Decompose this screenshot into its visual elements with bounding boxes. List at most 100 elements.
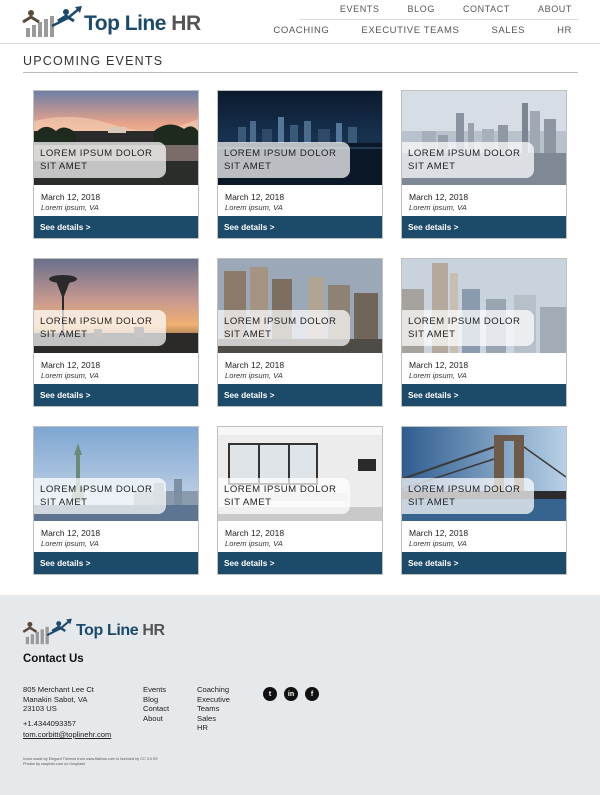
- services-nav: COACHING EXECUTIVE TEAMS SALES HR: [241, 25, 572, 36]
- event-title-line2: SIT AMET: [408, 329, 456, 340]
- see-details-button[interactable]: See details >: [402, 384, 566, 406]
- address-line: 805 Merchant Lee Ct: [23, 685, 94, 694]
- top-nav: EVENTS BLOG CONTACT ABOUT: [312, 4, 572, 14]
- logo-word-topline: Top Line: [76, 622, 139, 639]
- event-title-line1: LOREM IPSUM DOLOR: [224, 148, 337, 159]
- event-date: March 12, 2018: [41, 528, 101, 538]
- event-card[interactable]: LOREM IPSUM DOLOR SIT AMET March 12, 201…: [401, 90, 567, 239]
- footer-link-hr[interactable]: HR: [197, 723, 230, 733]
- title-divider: [23, 72, 578, 73]
- credit-photos: Photos by rawpixel.com on Unsplash: [23, 762, 86, 766]
- event-card[interactable]: LOREM IPSUM DOLOR SIT AMET March 12, 201…: [217, 90, 383, 239]
- logo-text: Top Line HR: [84, 12, 201, 36]
- event-title-line2: SIT AMET: [40, 329, 88, 340]
- site-header: Top Line HR EVENTS BLOG CONTACT ABOUT CO…: [0, 0, 600, 44]
- event-title-line1: LOREM IPSUM DOLOR: [224, 484, 337, 495]
- footer-link-blog[interactable]: Blog: [143, 695, 169, 705]
- event-card[interactable]: LOREM IPSUM DOLOR SIT AMET March 12, 201…: [217, 426, 383, 575]
- event-location: Lorem ipsum, VA: [41, 371, 99, 380]
- event-title-line1: LOREM IPSUM DOLOR: [224, 316, 337, 327]
- facebook-icon[interactable]: f: [305, 687, 319, 701]
- event-card[interactable]: LOREM IPSUM DOLOR SIT AMET March 12, 201…: [33, 90, 199, 239]
- event-date: March 12, 2018: [409, 192, 469, 202]
- site-logo[interactable]: Top Line HR: [22, 4, 201, 40]
- see-details-button[interactable]: See details >: [402, 216, 566, 238]
- footer-link-sales[interactable]: Sales: [197, 714, 230, 724]
- event-location: Lorem ipsum, VA: [409, 203, 467, 212]
- event-date: March 12, 2018: [409, 528, 469, 538]
- contact-phone[interactable]: +1.4344093357: [23, 719, 76, 728]
- address-line: 23103 US: [23, 704, 57, 713]
- event-location: Lorem ipsum, VA: [225, 371, 283, 380]
- nav-sales[interactable]: SALES: [491, 25, 525, 36]
- event-title: LOREM IPSUM DOLOR SIT AMET: [402, 478, 534, 514]
- event-date: March 12, 2018: [41, 192, 101, 202]
- social-links: t in f: [263, 687, 319, 701]
- event-date: March 12, 2018: [225, 192, 285, 202]
- nav-about[interactable]: ABOUT: [538, 4, 572, 14]
- see-details-button[interactable]: See details >: [218, 216, 382, 238]
- nav-hr[interactable]: HR: [557, 25, 572, 36]
- footer-link-contact[interactable]: Contact: [143, 704, 169, 714]
- event-date: March 12, 2018: [41, 360, 101, 370]
- event-title-line2: SIT AMET: [40, 161, 88, 172]
- contact-email[interactable]: tom.corbitt@toplinehr.com: [23, 730, 111, 739]
- logo-word-hr: HR: [171, 12, 201, 35]
- event-title: LOREM IPSUM DOLOR SIT AMET: [218, 310, 350, 346]
- logo-graph-icon: [22, 6, 82, 37]
- credits: Icons made by Elegant Themes from www.fl…: [23, 757, 158, 767]
- event-title: LOREM IPSUM DOLOR SIT AMET: [402, 142, 534, 178]
- event-date: March 12, 2018: [225, 528, 285, 538]
- event-title: LOREM IPSUM DOLOR SIT AMET: [218, 478, 350, 514]
- event-title-line1: LOREM IPSUM DOLOR: [408, 316, 521, 327]
- footer-link-about[interactable]: About: [143, 714, 169, 724]
- nav-events[interactable]: EVENTS: [340, 4, 380, 14]
- see-details-button[interactable]: See details >: [218, 384, 382, 406]
- nav-contact[interactable]: CONTACT: [463, 4, 510, 14]
- footer-link-executive[interactable]: Executive: [197, 695, 230, 705]
- logo-word-topline: Top Line: [84, 12, 166, 35]
- event-card[interactable]: LOREM IPSUM DOLOR SIT AMET March 12, 201…: [217, 258, 383, 407]
- see-details-button[interactable]: See details >: [34, 552, 198, 574]
- footer-link-teams[interactable]: Teams: [197, 704, 230, 714]
- event-location: Lorem ipsum, VA: [41, 203, 99, 212]
- event-card[interactable]: LOREM IPSUM DOLOR SIT AMET March 12, 201…: [401, 426, 567, 575]
- twitter-icon[interactable]: t: [263, 687, 277, 701]
- nav-blog[interactable]: BLOG: [408, 4, 435, 14]
- footer-links-services: Coaching Executive Teams Sales HR: [197, 685, 230, 733]
- logo-word-hr: HR: [142, 622, 165, 639]
- footer-logo[interactable]: Top Line HR: [22, 617, 165, 645]
- event-location: Lorem ipsum, VA: [225, 203, 283, 212]
- event-title: LOREM IPSUM DOLOR SIT AMET: [34, 310, 166, 346]
- event-title-line1: LOREM IPSUM DOLOR: [408, 484, 521, 495]
- event-title-line2: SIT AMET: [224, 497, 272, 508]
- nav-coaching[interactable]: COACHING: [273, 25, 329, 36]
- event-card[interactable]: LOREM IPSUM DOLOR SIT AMET March 12, 201…: [401, 258, 567, 407]
- footer-link-coaching[interactable]: Coaching: [197, 685, 230, 695]
- event-location: Lorem ipsum, VA: [41, 539, 99, 548]
- site-footer: Top Line HR Contact Us 805 Merchant Lee …: [0, 595, 600, 795]
- event-card[interactable]: LOREM IPSUM DOLOR SIT AMET March 12, 201…: [33, 426, 199, 575]
- see-details-button[interactable]: See details >: [218, 552, 382, 574]
- footer-logo-text: Top Line HR: [76, 622, 165, 640]
- contact-address: 805 Merchant Lee Ct Manakin Sabot, VA 23…: [23, 685, 94, 714]
- event-title-line1: LOREM IPSUM DOLOR: [408, 148, 521, 159]
- event-title-line1: LOREM IPSUM DOLOR: [40, 148, 153, 159]
- event-title: LOREM IPSUM DOLOR SIT AMET: [34, 478, 166, 514]
- nav-divider: [300, 19, 578, 20]
- see-details-button[interactable]: See details >: [402, 552, 566, 574]
- event-title: LOREM IPSUM DOLOR SIT AMET: [218, 142, 350, 178]
- event-date: March 12, 2018: [409, 360, 469, 370]
- event-title-line2: SIT AMET: [408, 497, 456, 508]
- event-title-line2: SIT AMET: [408, 161, 456, 172]
- event-location: Lorem ipsum, VA: [409, 371, 467, 380]
- logo-graph-icon: [22, 618, 72, 645]
- nav-executive-teams[interactable]: EXECUTIVE TEAMS: [361, 25, 459, 36]
- footer-link-events[interactable]: Events: [143, 685, 169, 695]
- event-card[interactable]: LOREM IPSUM DOLOR SIT AMET March 12, 201…: [33, 258, 199, 407]
- linkedin-icon[interactable]: in: [284, 687, 298, 701]
- page-title: UPCOMING EVENTS: [23, 54, 164, 68]
- see-details-button[interactable]: See details >: [34, 384, 198, 406]
- see-details-button[interactable]: See details >: [34, 216, 198, 238]
- event-title: LOREM IPSUM DOLOR SIT AMET: [402, 310, 534, 346]
